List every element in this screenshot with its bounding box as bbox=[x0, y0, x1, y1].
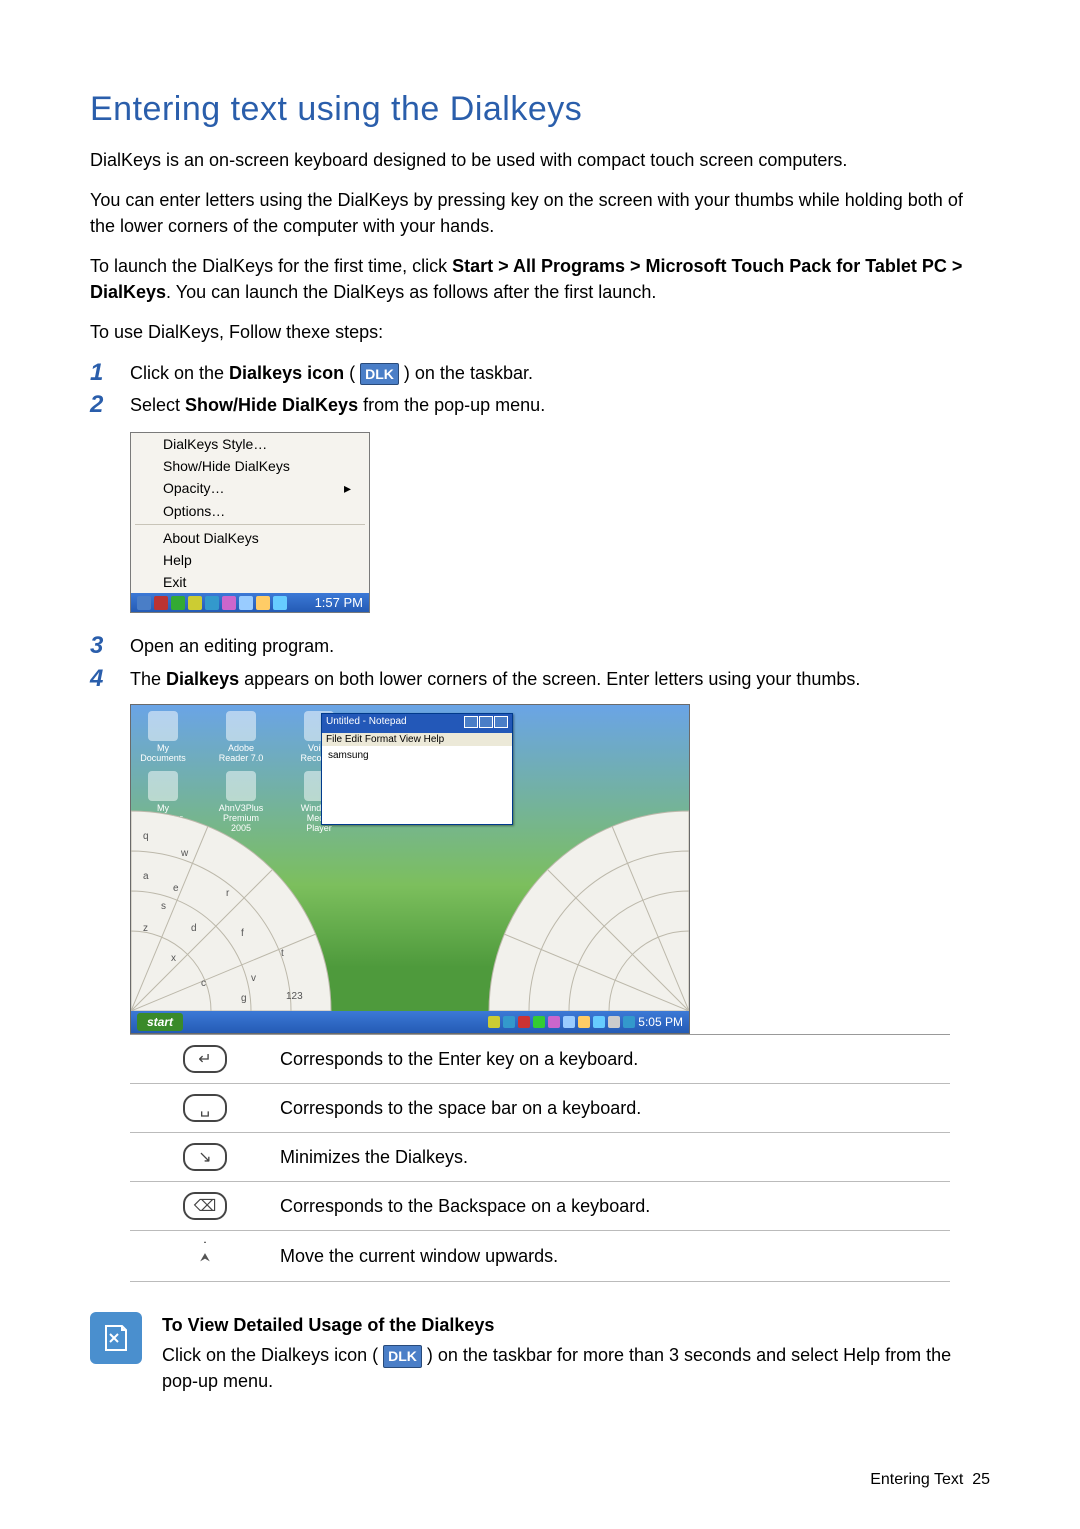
svg-text:123: 123 bbox=[286, 991, 303, 1002]
page-title: Entering text using the Dialkeys bbox=[90, 90, 990, 129]
notepad-title: Untitled - Notepad bbox=[326, 716, 407, 731]
follow-steps-label: To use DialKeys, Follow thexe steps: bbox=[90, 319, 990, 345]
desktop-screenshot-illustration: My Documents Adobe Reader 7.0 Voice Reco… bbox=[130, 704, 690, 1034]
table-row: ↵ Corresponds to the Enter key on a keyb… bbox=[130, 1035, 950, 1084]
svg-text:g: g bbox=[241, 993, 247, 1004]
svg-text:a: a bbox=[143, 871, 149, 882]
move-up-key-icon: ⮝ bbox=[186, 1241, 224, 1271]
step-number-2: 2 bbox=[90, 392, 130, 418]
dialkeys-left-fan[interactable]: qwe asd zxc rfv tg 123 bbox=[131, 801, 351, 1011]
submenu-arrow-icon: ▸ bbox=[344, 480, 351, 497]
note-body-text: Click on the Dialkeys icon ( DLK ) on th… bbox=[162, 1342, 990, 1394]
backspace-key-icon: ⌫ bbox=[183, 1192, 227, 1220]
system-tray-icons bbox=[137, 596, 287, 610]
key-reference-table: ↵ Corresponds to the Enter key on a keyb… bbox=[130, 1034, 950, 1282]
desktop-icon[interactable]: My Documents bbox=[137, 711, 189, 763]
desktop-icon[interactable]: Adobe Reader 7.0 bbox=[215, 711, 267, 763]
table-row: ⮝ Move the current window upwards. bbox=[130, 1231, 950, 1282]
note-icon bbox=[90, 1312, 142, 1364]
step-3-text: Open an editing program. bbox=[130, 633, 990, 659]
note-box: To View Detailed Usage of the Dialkeys C… bbox=[90, 1312, 990, 1394]
step-number-1: 1 bbox=[90, 360, 130, 386]
intro-paragraph-1: DialKeys is an on-screen keyboard design… bbox=[90, 147, 990, 173]
svg-text:x: x bbox=[171, 953, 176, 964]
step-1-text: Click on the Dialkeys icon ( DLK ) on th… bbox=[130, 360, 990, 386]
menu-item-options[interactable]: Options… bbox=[131, 500, 369, 522]
taskbar-clock: 5:05 PM bbox=[638, 1015, 683, 1029]
dialkeys-taskbar-icon: DLK bbox=[383, 1345, 422, 1367]
table-row: ␣ Corresponds to the space bar on a keyb… bbox=[130, 1084, 950, 1133]
key-desc: Corresponds to the Enter key on a keyboa… bbox=[280, 1049, 950, 1070]
svg-text:d: d bbox=[191, 923, 197, 934]
table-row: ⌫ Corresponds to the Backspace on a keyb… bbox=[130, 1182, 950, 1231]
window-controls[interactable] bbox=[463, 716, 508, 731]
svg-text:s: s bbox=[161, 901, 166, 912]
system-clock: 1:57 PM bbox=[315, 595, 363, 610]
step-number-3: 3 bbox=[90, 633, 130, 659]
svg-text:c: c bbox=[201, 978, 206, 989]
menu-item-help[interactable]: Help bbox=[131, 549, 369, 571]
menu-taskbar-illustration: 1:57 PM bbox=[131, 593, 369, 612]
step-4-text: The Dialkeys appears on both lower corne… bbox=[130, 666, 990, 692]
step-2-text: Select Show/Hide DialKeys from the pop-u… bbox=[130, 392, 990, 418]
minimize-key-icon: ↘ bbox=[183, 1143, 227, 1171]
launch-path-paragraph: To launch the DialKeys for the first tim… bbox=[90, 253, 990, 305]
menu-item-opacity[interactable]: Opacity…▸ bbox=[131, 477, 369, 500]
dialkeys-right-fan[interactable] bbox=[469, 801, 689, 1011]
intro-paragraph-2: You can enter letters using the DialKeys… bbox=[90, 187, 990, 239]
svg-text:v: v bbox=[251, 973, 256, 984]
taskbar[interactable]: start 5:05 PM bbox=[131, 1011, 689, 1033]
popup-menu-illustration: DialKeys Style… Show/Hide DialKeys Opaci… bbox=[130, 432, 370, 613]
enter-key-icon: ↵ bbox=[183, 1045, 227, 1073]
menu-item-showhide[interactable]: Show/Hide DialKeys bbox=[131, 455, 369, 477]
svg-text:w: w bbox=[180, 848, 189, 859]
notepad-menubar[interactable]: File Edit Format View Help bbox=[322, 733, 512, 746]
note-title: To View Detailed Usage of the Dialkeys bbox=[162, 1312, 990, 1338]
svg-text:e: e bbox=[173, 883, 179, 894]
table-row: ↘ Minimizes the Dialkeys. bbox=[130, 1133, 950, 1182]
space-key-icon: ␣ bbox=[183, 1094, 227, 1122]
svg-text:t: t bbox=[281, 948, 284, 959]
start-button[interactable]: start bbox=[137, 1013, 183, 1031]
page-footer: Entering Text 25 bbox=[870, 1471, 990, 1489]
svg-text:f: f bbox=[241, 928, 244, 939]
menu-item-exit[interactable]: Exit bbox=[131, 571, 369, 593]
key-desc: Minimizes the Dialkeys. bbox=[280, 1147, 950, 1168]
key-desc: Corresponds to the Backspace on a keyboa… bbox=[280, 1196, 950, 1217]
menu-item-about[interactable]: About DialKeys bbox=[131, 527, 369, 549]
svg-text:z: z bbox=[143, 923, 148, 934]
step-number-4: 4 bbox=[90, 666, 130, 692]
key-desc: Move the current window upwards. bbox=[280, 1246, 950, 1267]
menu-item-style[interactable]: DialKeys Style… bbox=[131, 433, 369, 455]
dialkeys-taskbar-icon: DLK bbox=[360, 363, 399, 385]
key-desc: Corresponds to the space bar on a keyboa… bbox=[280, 1098, 950, 1119]
notepad-body[interactable]: samsung bbox=[322, 746, 512, 765]
svg-text:q: q bbox=[143, 831, 149, 842]
